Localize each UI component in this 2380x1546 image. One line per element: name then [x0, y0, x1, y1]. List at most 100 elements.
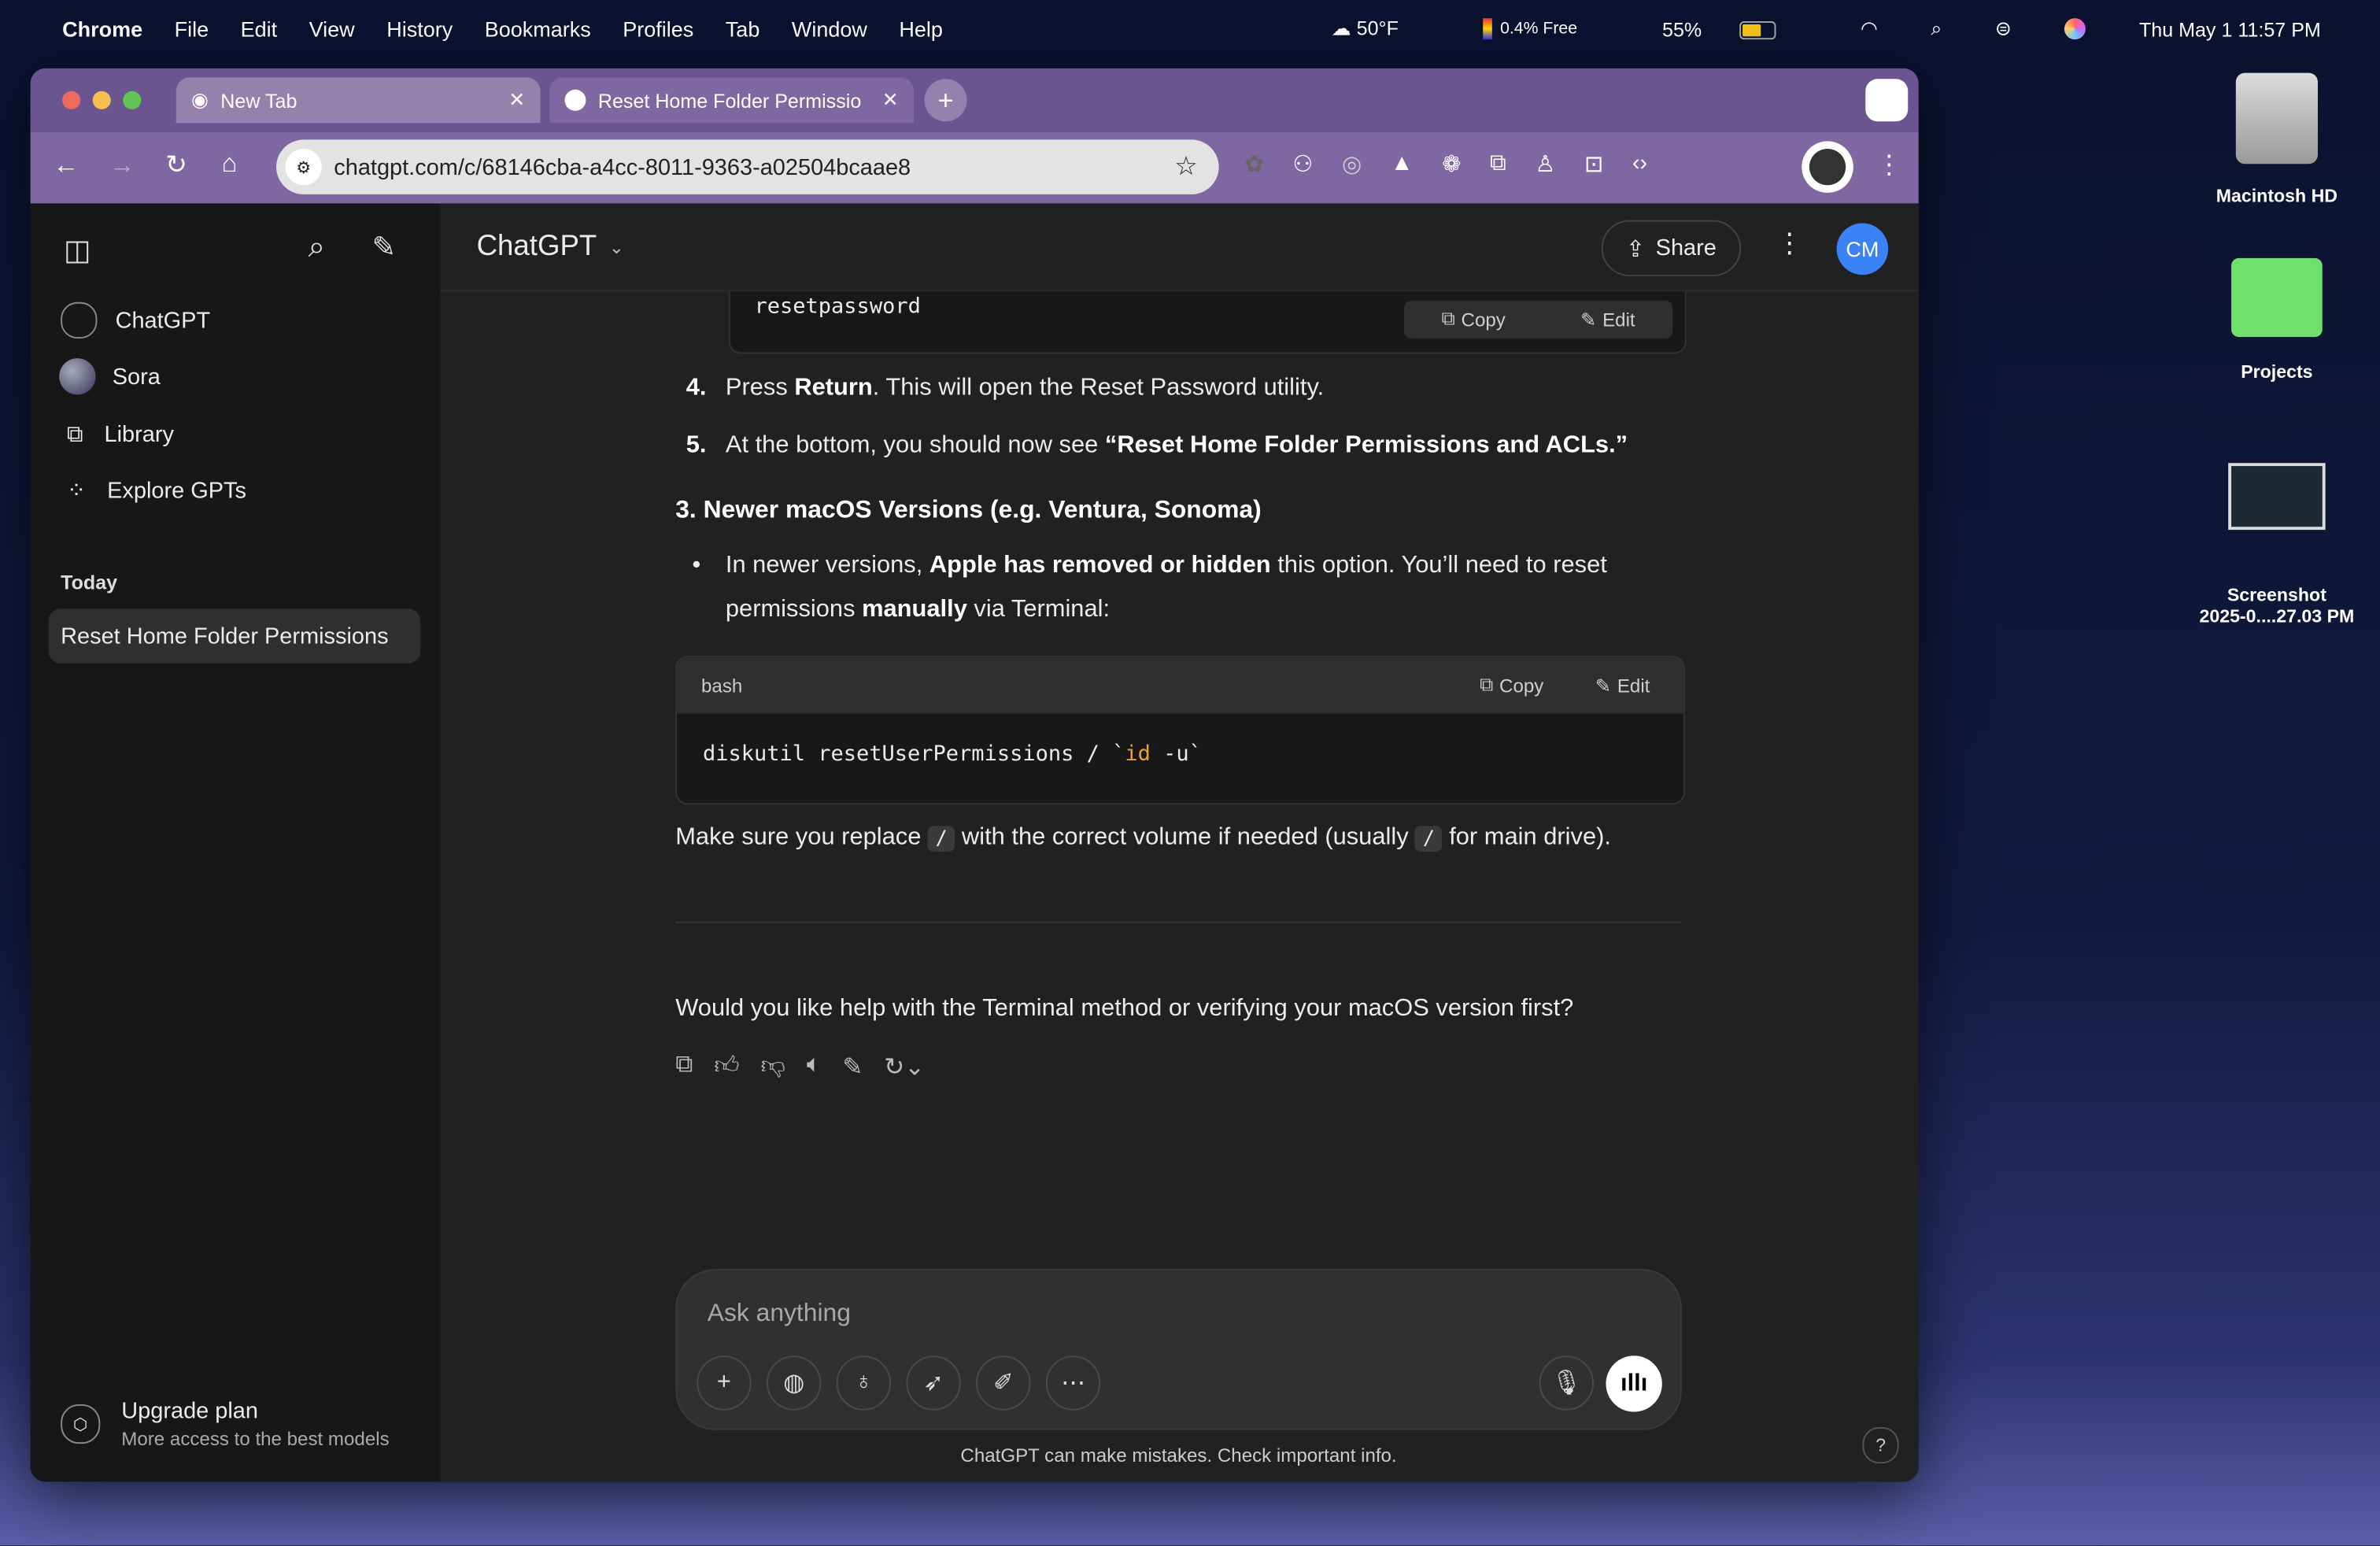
desktop-icon-macintosh-hd[interactable]: Macintosh HD — [2186, 72, 2367, 206]
read-aloud-icon[interactable]: 🔈︎ — [807, 1052, 822, 1083]
forward-icon[interactable]: → — [109, 150, 135, 181]
add-attachment-button[interactable]: + — [697, 1356, 752, 1411]
model-selector[interactable]: ChatGPT ⌄ — [477, 231, 625, 264]
memory-status[interactable]: 0.4% Free — [1483, 18, 1609, 40]
close-window-button[interactable] — [62, 91, 81, 109]
puzzle-extensions-icon[interactable]: ⧉ — [1490, 150, 1506, 178]
regenerate-icon[interactable]: ↻⌄ — [884, 1052, 925, 1083]
edit-icon: ✎ — [1595, 675, 1612, 697]
sora-icon — [59, 358, 96, 395]
wifi-icon[interactable]: ◠ — [1861, 17, 1878, 41]
profile-menu-button[interactable] — [1865, 79, 1909, 122]
copy-code-button[interactable]: ⧉ Copy — [1480, 674, 1543, 697]
minimize-window-button[interactable] — [92, 91, 111, 109]
menu-help[interactable]: Help — [899, 17, 943, 41]
image-button[interactable]: ✐ — [976, 1356, 1031, 1411]
profile-avatar[interactable] — [1802, 141, 1853, 193]
memory-text: 0.4% Free — [1500, 19, 1577, 39]
close-tab-icon[interactable]: ✕ — [882, 88, 899, 113]
back-icon[interactable]: ← — [54, 150, 79, 181]
text: At the bottom, you should now see — [725, 432, 1105, 459]
more-options-icon[interactable]: ⋮ — [1776, 227, 1803, 260]
section-heading-today: Today — [61, 571, 118, 594]
browser-window: ◉ New Tab ✕ Reset Home Folder Permissio … — [30, 68, 1919, 1482]
battery-status[interactable]: 55% — [1662, 17, 1807, 40]
upgrade-plan-button[interactable]: ⬡ Upgrade plan More access to the best m… — [61, 1398, 390, 1450]
microphone-button[interactable]: 🎙︎ — [1539, 1356, 1595, 1411]
edit-canvas-icon[interactable]: ✎ — [842, 1052, 863, 1083]
thumbs-down-icon[interactable]: 👎︎ — [761, 1052, 785, 1083]
extension-icon[interactable]: ◎ — [1342, 150, 1362, 178]
voice-mode-button[interactable]: ıllı — [1606, 1356, 1662, 1412]
text: Make sure you replace — [675, 824, 928, 851]
browser-toolbar: ← → ↻ ⌂ ⚙ chatgpt.com/c/68146cba-a4cc-80… — [30, 131, 1919, 204]
menu-view[interactable]: View — [309, 17, 355, 41]
code-icon[interactable]: ‹› — [1632, 150, 1647, 178]
sidebar-item-sora[interactable]: Sora — [49, 351, 421, 403]
menu-file[interactable]: File — [175, 17, 209, 41]
composer: Ask anything + ◍ ♁ ➶ ✐ ⋯ 🎙︎ ıllı — [675, 1269, 1682, 1430]
tab-active[interactable]: Reset Home Folder Permissio ✕ — [549, 77, 915, 124]
screenshot-icon[interactable]: ⊡ — [1584, 150, 1603, 178]
more-tools-button[interactable]: ⋯ — [1045, 1356, 1101, 1411]
address-bar[interactable]: ⚙ chatgpt.com/c/68146cba-a4cc-8011-9363-… — [276, 139, 1219, 194]
extension-icon[interactable]: ⚇ — [1292, 150, 1313, 178]
copy-code-button[interactable]: ⧉ Copy — [1442, 309, 1506, 331]
siri-icon[interactable] — [2064, 18, 2086, 40]
menu-profiles[interactable]: Profiles — [623, 17, 693, 41]
thumbs-up-icon[interactable]: 👍︎ — [714, 1052, 739, 1083]
copy-label: Copy — [1461, 309, 1506, 331]
bookmark-star-icon[interactable]: ☆ — [1174, 152, 1197, 183]
menu-edit[interactable]: Edit — [241, 17, 278, 41]
list-number: 5. — [686, 432, 707, 459]
sidebar: ◫ ⌕ ✎ ChatGPT Sora ⧉ Library ⁘ Explore GPT… — [30, 203, 441, 1482]
help-button[interactable]: ? — [1862, 1426, 1899, 1464]
tab-new-tab[interactable]: ◉ New Tab ✕ — [176, 77, 541, 124]
chrome-menu-icon[interactable]: ⋮ — [1876, 150, 1902, 181]
menu-window[interactable]: Window — [792, 17, 867, 41]
user-avatar[interactable]: CM — [1836, 223, 1889, 276]
extension-icon[interactable]: ❁ — [1442, 150, 1461, 178]
menu-app[interactable]: Chrome — [62, 17, 142, 41]
extension-icon[interactable]: ✿ — [1244, 150, 1263, 178]
spotlight-search-icon[interactable]: ⌕ — [1931, 17, 1942, 41]
copy-message-icon[interactable]: ⧉ — [675, 1052, 693, 1083]
desktop-icon-screenshot[interactable]: Screenshot 2025-0....27.03 PM — [2182, 442, 2371, 648]
sidebar-item-library[interactable]: ⧉ Library — [49, 409, 421, 460]
model-name: ChatGPT — [476, 231, 597, 263]
search-icon[interactable]: ⌕ — [309, 231, 326, 265]
control-center-icon[interactable]: ⊜ — [1995, 17, 2012, 41]
web-search-button[interactable]: ◍ — [766, 1356, 822, 1411]
chat-history-item[interactable]: Reset Home Folder Permissions — [48, 608, 421, 664]
toggle-sidebar-icon[interactable]: ◫ — [64, 234, 91, 268]
menu-history[interactable]: History — [386, 17, 453, 41]
edit-code-button[interactable]: ✎ Edit — [1580, 309, 1635, 331]
bold-text: “Reset Home Folder Permissions and ACLs.… — [1104, 432, 1628, 459]
reload-icon[interactable]: ↻ — [165, 150, 187, 181]
message-actions: ⧉ 👍︎ 👎︎ 🔈︎ ✎ ↻⌄ — [675, 1052, 925, 1083]
edit-code-button[interactable]: ✎ Edit — [1595, 674, 1650, 697]
close-tab-icon[interactable]: ✕ — [508, 88, 525, 113]
deep-research-button[interactable]: ➶ — [906, 1356, 961, 1411]
weather-cloud-icon[interactable]: ☁ 50°F — [1332, 17, 1431, 41]
sidebar-item-chatgpt[interactable]: ChatGPT — [49, 294, 421, 346]
extension-icon[interactable]: ▲ — [1391, 150, 1414, 178]
bold-text: Return — [794, 375, 873, 401]
maximize-window-button[interactable] — [123, 91, 142, 109]
text: . This will open the Reset Password util… — [872, 375, 1325, 401]
menu-tab[interactable]: Tab — [726, 17, 760, 41]
incognito-icon[interactable]: ♙ — [1535, 150, 1555, 178]
new-chat-icon[interactable]: ✎ — [372, 231, 397, 265]
site-settings-icon[interactable]: ⚙ — [285, 149, 322, 186]
new-tab-button[interactable]: + — [924, 79, 967, 122]
menu-bar: Chrome File Edit View History Bookmarks … — [0, 0, 2380, 57]
sidebar-item-explore-gpts[interactable]: ⁘ Explore GPTs — [49, 464, 421, 516]
clock[interactable]: Thu May 1 11:57 PM — [2139, 17, 2321, 40]
reason-button[interactable]: ♁ — [836, 1356, 892, 1411]
home-icon[interactable]: ⌂ — [222, 149, 238, 179]
prompt-input[interactable]: Ask anything — [708, 1300, 851, 1329]
menu-bookmarks[interactable]: Bookmarks — [485, 17, 591, 41]
share-button[interactable]: ⇪ Share — [1601, 220, 1742, 277]
code-token: -u` — [1150, 742, 1202, 767]
desktop-icon-projects[interactable]: Projects — [2186, 257, 2367, 383]
